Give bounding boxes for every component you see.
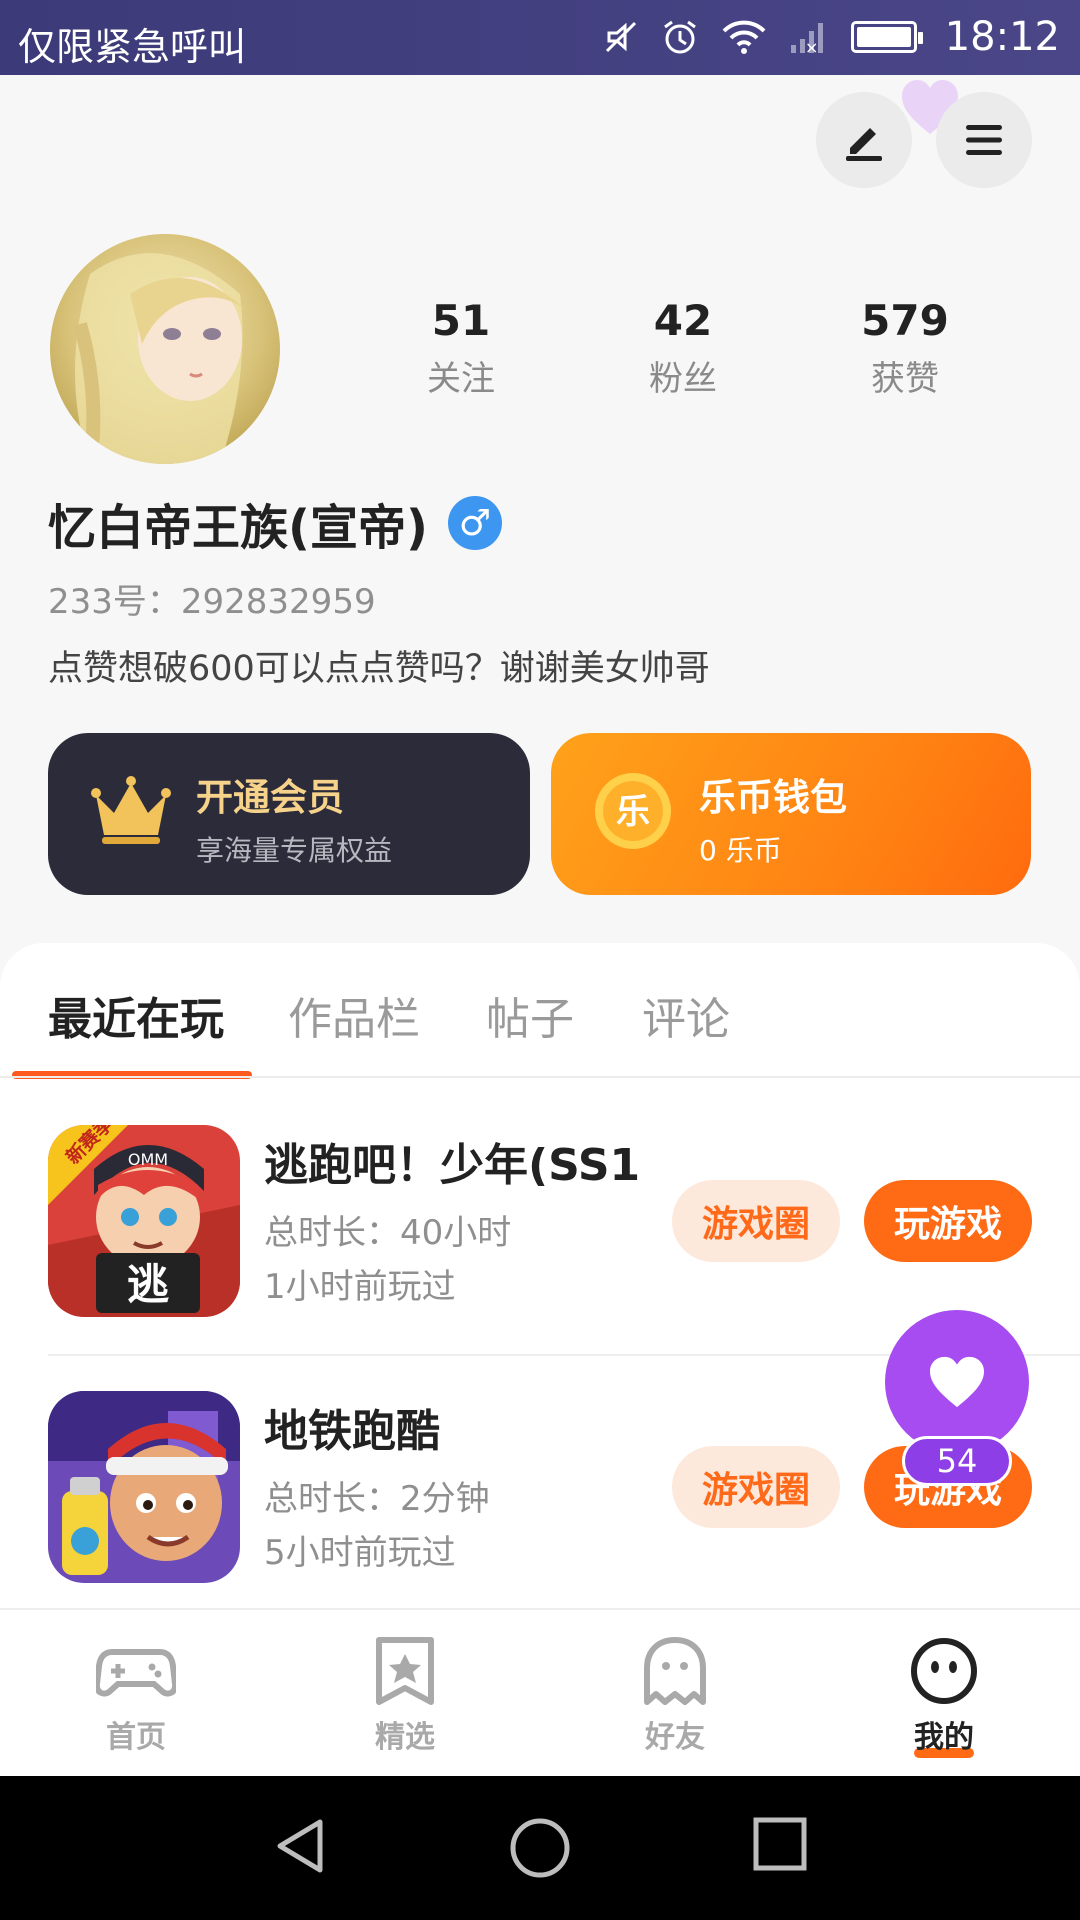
game-row[interactable]: OMM 逃 新赛季 逃跑吧！少年(SS1... 总时长：40小时 1小时前玩过 …	[0, 1125, 1080, 1325]
alarm-icon	[663, 20, 696, 54]
status-time: 18:12	[944, 14, 1060, 60]
user-name: 忆白帝王族(宣帝)	[48, 500, 428, 556]
tab-recently-played[interactable]: 最近在玩	[48, 983, 224, 1047]
game-icon-subway-surfers[interactable]	[48, 1391, 240, 1583]
tabs-divider	[0, 1076, 1080, 1078]
likes-label: 获赞	[871, 359, 939, 399]
likes-stat[interactable]: 579 获赞	[794, 296, 1016, 400]
coin-char: 乐	[616, 792, 650, 832]
vip-title: 开通会员	[196, 776, 344, 819]
likes-count: 579	[861, 296, 949, 345]
game-circle-button[interactable]: 游戏圈	[672, 1446, 840, 1528]
user-id: 233号：292832959	[48, 582, 376, 622]
like-count-badge: 54	[902, 1436, 1012, 1486]
avatar[interactable]	[50, 234, 280, 464]
vip-membership-card[interactable]: 开通会员 享海量专属权益	[48, 733, 530, 895]
profile-tabs: 最近在玩 作品栏 帖子 评论	[0, 983, 1080, 1057]
user-bio: 点赞想破600可以点点赞吗？谢谢美女帅哥	[48, 649, 710, 689]
edit-icon	[846, 128, 882, 161]
ghost-icon	[644, 1637, 706, 1705]
followers-stat[interactable]: 42 粉丝	[572, 296, 794, 400]
signal-icon: ×	[790, 23, 823, 55]
crown-icon	[91, 776, 171, 844]
game-title: 逃跑吧！少年(SS1...	[264, 1140, 644, 1191]
mute-icon	[605, 21, 636, 53]
male-gender-icon: ♂	[447, 496, 502, 550]
nav-featured[interactable]: 精选	[335, 1636, 475, 1756]
nav-home[interactable]: 首页	[66, 1636, 206, 1756]
game-last-played: 5小时前玩过	[264, 1533, 456, 1573]
following-stat[interactable]: 51 关注	[350, 296, 572, 400]
play-game-button[interactable]: 玩游戏	[864, 1180, 1032, 1262]
nav-home-label: 首页	[106, 1720, 166, 1755]
game-duration: 总时长：2分钟	[264, 1479, 490, 1519]
star-bookmark-icon	[376, 1637, 434, 1705]
game-title: 地铁跑酷	[264, 1406, 440, 1457]
home-icon[interactable]	[508, 1816, 572, 1880]
nav-me[interactable]: 我的	[874, 1636, 1014, 1758]
carrier-text: 仅限紧急呼叫	[18, 25, 247, 69]
system-navigation-bar	[0, 1776, 1080, 1920]
game-icon-brand: OMM	[128, 1150, 168, 1169]
status-bar: 仅限紧急呼叫 × 18:12	[0, 0, 1080, 75]
battery-icon	[850, 21, 923, 53]
game-circle-button[interactable]: 游戏圈	[672, 1180, 840, 1262]
tab-comments[interactable]: 评论	[642, 983, 730, 1047]
profile-stats: 51 关注 42 粉丝 579 获赞	[350, 296, 1050, 400]
wallet-card[interactable]: 乐 乐币钱包 0 乐币	[551, 733, 1031, 895]
wifi-icon	[722, 20, 766, 54]
svg-text:×: ×	[805, 38, 818, 55]
followers-count: 42	[653, 296, 713, 345]
recents-icon[interactable]	[752, 1816, 808, 1872]
wallet-title: 乐币钱包	[699, 776, 847, 819]
game-icon-escape[interactable]: OMM 逃 新赛季	[48, 1125, 240, 1317]
floating-like-button[interactable]	[885, 1310, 1029, 1454]
tab-posts[interactable]: 帖子	[486, 983, 574, 1047]
game-icon-char: 逃	[127, 1260, 169, 1309]
back-icon[interactable]	[270, 1816, 330, 1876]
game-duration: 总时长：40小时	[264, 1213, 512, 1253]
coin-icon: 乐	[595, 773, 671, 849]
followers-label: 粉丝	[649, 359, 717, 399]
tab-works[interactable]: 作品栏	[288, 983, 420, 1047]
bottom-nav: 首页 精选 好友 我的	[0, 1608, 1080, 1776]
gamepad-icon	[93, 1649, 179, 1697]
edit-profile-button[interactable]	[816, 92, 912, 188]
menu-button[interactable]	[936, 92, 1032, 188]
nav-featured-label: 精选	[375, 1720, 435, 1755]
smiley-face-icon	[911, 1638, 977, 1704]
menu-icon	[966, 125, 1002, 155]
heart-icon	[930, 1356, 984, 1408]
nav-friends[interactable]: 好友	[605, 1636, 745, 1756]
nav-friends-label: 好友	[645, 1720, 705, 1755]
content-panel: 最近在玩 作品栏 帖子 评论 OMM 逃 新赛季 逃跑吧！少年(SS1...	[0, 943, 1080, 1608]
following-label: 关注	[427, 359, 495, 399]
following-count: 51	[431, 296, 491, 345]
nav-me-label: 我的	[914, 1720, 974, 1755]
wallet-balance: 0 乐币	[699, 834, 782, 867]
game-last-played: 1小时前玩过	[264, 1267, 456, 1307]
vip-subtitle: 享海量专属权益	[196, 834, 393, 867]
